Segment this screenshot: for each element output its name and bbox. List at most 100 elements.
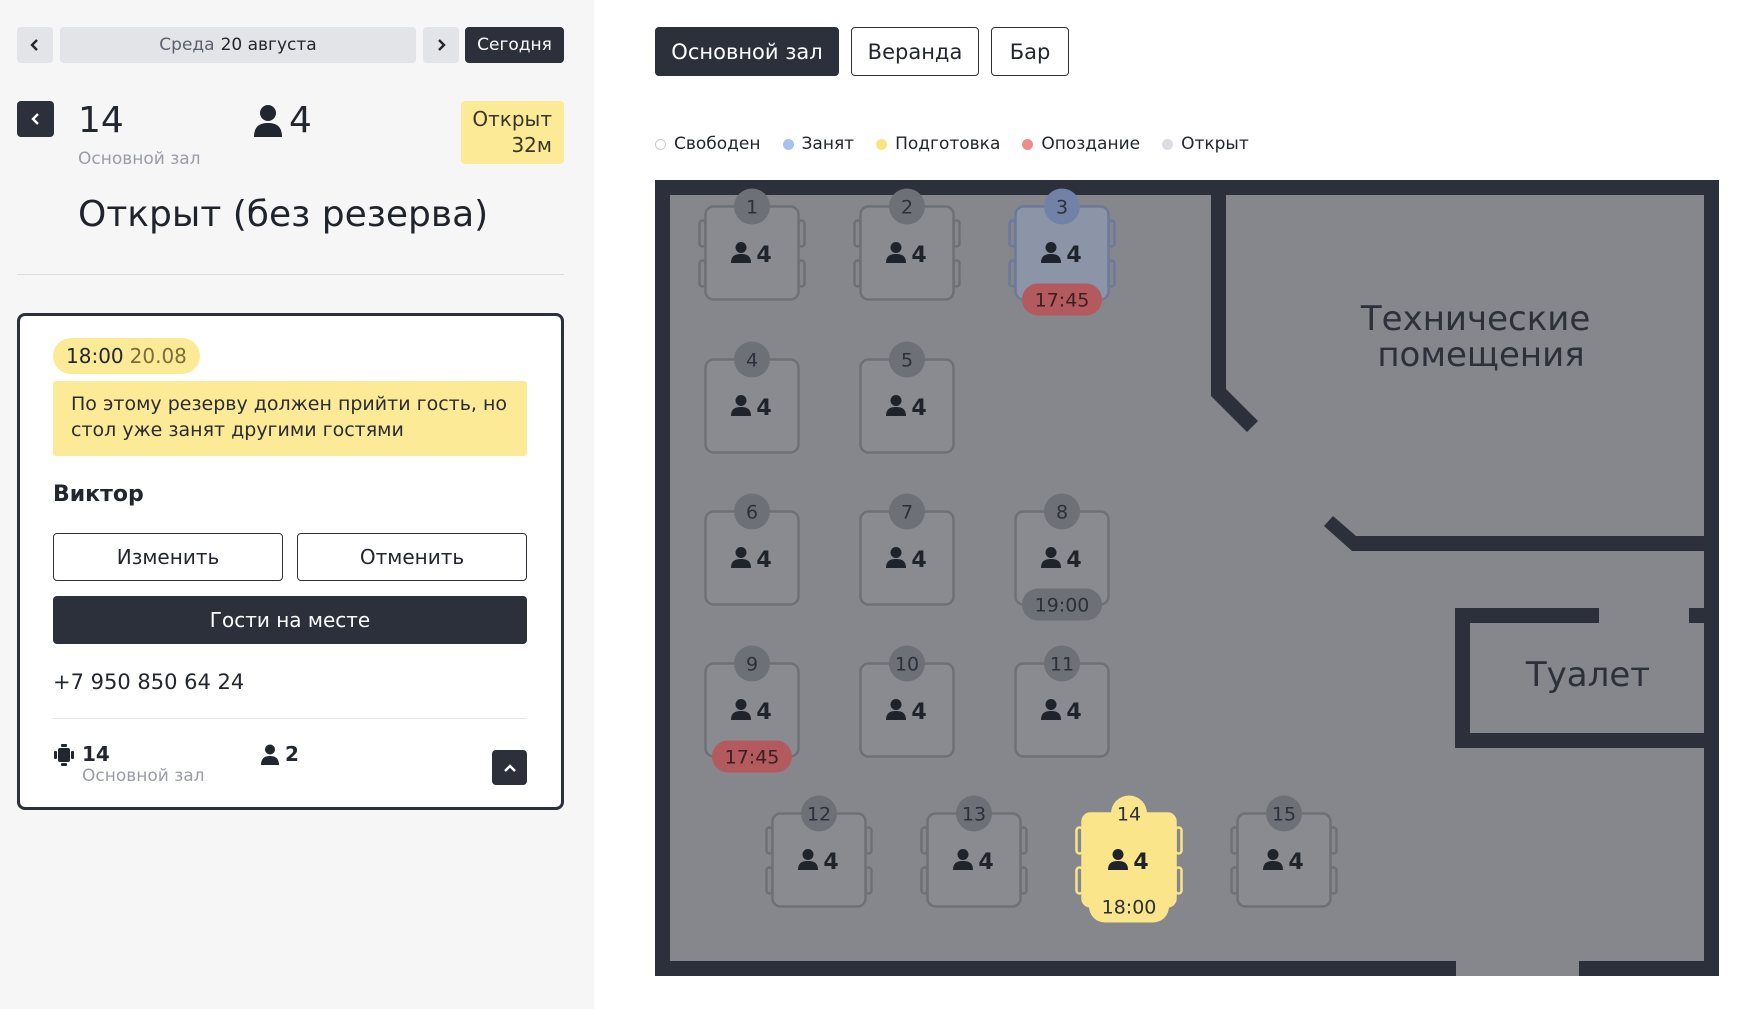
table-seats: 4 — [1066, 243, 1081, 268]
room-label-line: Технические — [1360, 299, 1590, 339]
reservation-date: 20.08 — [129, 344, 187, 368]
legend-label: Занят — [801, 134, 855, 154]
table-seats: 4 — [911, 243, 926, 268]
table-number: 14 — [78, 100, 124, 141]
table-seats: 4 — [1066, 700, 1081, 725]
guest-name: Виктор — [53, 482, 144, 507]
status-dot — [655, 138, 666, 150]
table-seats: 4 — [911, 396, 926, 421]
reservation-time-badge: 18:00 20.08 — [53, 338, 200, 374]
edit-button[interactable]: Изменить — [53, 533, 283, 581]
status-duration: 32м — [511, 133, 552, 157]
person-icon — [261, 744, 279, 765]
reservation-tag-time: 18:00 — [1102, 897, 1157, 919]
table-14[interactable]: 14 4 18:00 — [1075, 795, 1183, 923]
table-number: 4 — [746, 350, 758, 372]
status-dot — [782, 138, 794, 150]
reservation-panel: Среда 20 августа Сегодня 14 Основной зал… — [0, 0, 594, 1009]
reservation-tag-time: 17:45 — [725, 747, 780, 769]
table-seats: 4 — [756, 396, 771, 421]
date-label: 20 августа — [220, 35, 317, 55]
table-3[interactable]: 3 4 17:45 — [1008, 188, 1116, 316]
table-number: 9 — [746, 654, 758, 676]
cancel-button[interactable]: Отменить — [297, 533, 527, 581]
table-icon — [54, 744, 74, 766]
table-8[interactable]: 8 4 19:00 — [1014, 493, 1110, 621]
reservation-table-hall: Основной зал — [82, 766, 205, 786]
reservation-tag-time: 17:45 — [1035, 290, 1090, 312]
legend-prep: Подготовка — [876, 134, 1000, 154]
legend-late: Опоздание — [1022, 134, 1140, 154]
table-number: 10 — [895, 654, 919, 676]
reservation-guest-count: 2 — [285, 742, 299, 766]
conflict-warning: По этому резерву должен прийти гость, но… — [53, 381, 527, 456]
prev-day-button[interactable] — [17, 27, 53, 63]
today-button[interactable]: Сегодня — [465, 27, 564, 63]
chevron-left-icon — [30, 39, 38, 51]
table-number: 7 — [901, 502, 913, 524]
divider — [17, 274, 564, 275]
weekday-label: Среда — [159, 35, 215, 55]
next-day-button[interactable] — [423, 27, 459, 63]
reservation-tag-time: 19:00 — [1035, 595, 1090, 617]
table-seats: 4 — [756, 700, 771, 725]
table-seats: 4 — [823, 850, 838, 875]
status-title: Открыт (без резерва) — [78, 194, 489, 235]
table-number: 5 — [901, 350, 913, 372]
legend-busy: Занят — [782, 134, 855, 154]
person-icon — [254, 105, 282, 137]
back-button[interactable] — [17, 101, 54, 137]
table-number: 11 — [1050, 654, 1074, 676]
legend-label: Опоздание — [1041, 134, 1141, 154]
table-hall: Основной зал — [78, 149, 201, 169]
chevron-left-icon — [30, 113, 39, 125]
date-display[interactable]: Среда 20 августа — [60, 27, 416, 63]
table-seats: 4 — [911, 700, 926, 725]
chevron-up-icon — [503, 763, 516, 772]
table-number: 2 — [901, 197, 913, 219]
collapse-button[interactable] — [492, 750, 527, 785]
table-number: 8 — [1056, 502, 1068, 524]
table-9[interactable]: 9 4 17:45 — [704, 645, 800, 773]
legend-label: Подготовка — [895, 134, 1001, 154]
floor-plan: Технические помещения Туалет 14243417:45… — [655, 180, 1719, 976]
tab-main-hall[interactable]: Основной зал — [655, 27, 839, 76]
legend-label: Свободен — [674, 134, 761, 154]
table-seats: 4 — [756, 243, 771, 268]
table-number: 1 — [746, 197, 758, 219]
chevron-right-icon — [438, 39, 446, 51]
status-dot — [1162, 138, 1174, 150]
legend-label: Открыт — [1181, 134, 1249, 154]
guests-arrived-button[interactable]: Гости на месте — [53, 596, 527, 644]
room-label-line: помещения — [1377, 335, 1584, 375]
reservation-time: 18:00 — [66, 344, 124, 368]
status-badge: Открыт 32м — [461, 101, 564, 164]
reservation-table-number: 14 — [82, 742, 110, 766]
guest-count: 4 — [289, 100, 312, 141]
status-dot — [1022, 138, 1034, 150]
table-seats: 4 — [756, 548, 771, 573]
room-label: Туалет — [1525, 655, 1650, 695]
reservation-card: 18:00 20.08 По этому резерву должен прий… — [17, 313, 564, 810]
table-number: 12 — [807, 804, 831, 826]
table-number: 14 — [1117, 804, 1141, 826]
tab-bar[interactable]: Бар — [991, 27, 1069, 76]
legend-open: Открыт — [1162, 134, 1249, 154]
status-label: Открыт — [472, 107, 552, 131]
table-seats: 4 — [978, 850, 993, 875]
status-dot — [876, 138, 888, 150]
guest-phone[interactable]: +7 950 850 64 24 — [53, 670, 244, 694]
table-seats: 4 — [1288, 850, 1303, 875]
table-number: 15 — [1272, 804, 1296, 826]
table-number: 6 — [746, 502, 758, 524]
legend-free: Свободен — [655, 134, 761, 154]
tab-veranda[interactable]: Веранда — [851, 27, 979, 76]
room-label: Технические помещения — [1360, 299, 1601, 375]
divider — [53, 718, 527, 719]
status-legend: Свободен Занят Подготовка Опоздание Откр… — [655, 134, 1271, 154]
table-seats: 4 — [911, 548, 926, 573]
table-number: 13 — [962, 804, 986, 826]
table-number: 3 — [1056, 197, 1068, 219]
table-seats: 4 — [1066, 548, 1081, 573]
table-seats: 4 — [1133, 850, 1148, 875]
